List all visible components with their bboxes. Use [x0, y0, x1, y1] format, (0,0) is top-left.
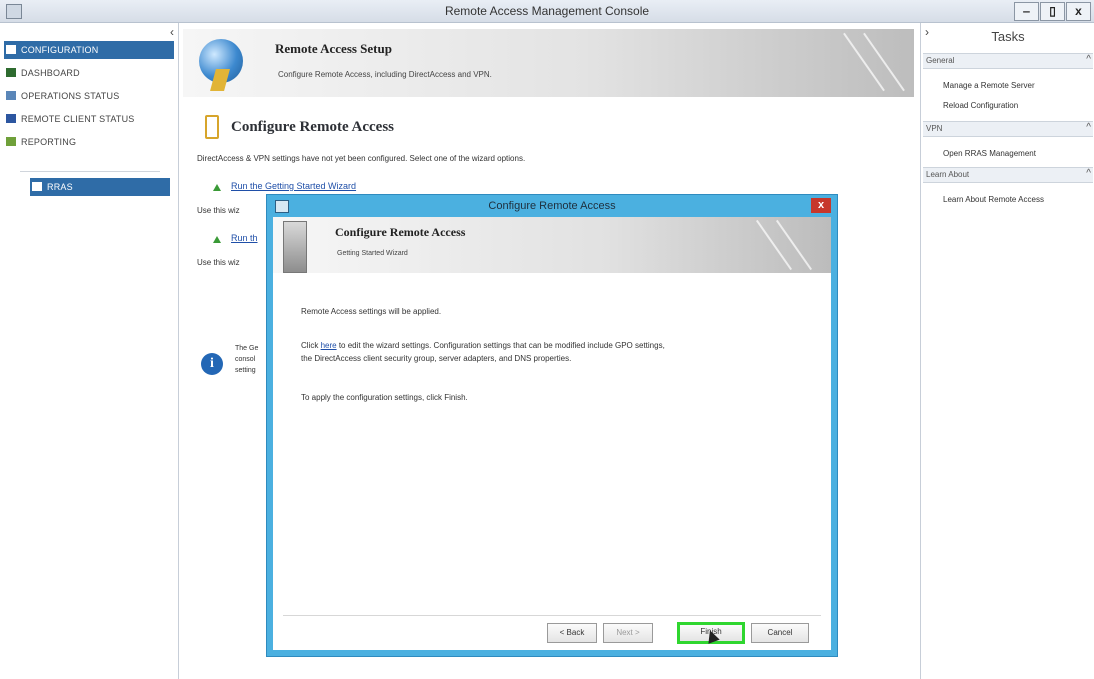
dialog-header: Configure Remote Access Getting Started …	[273, 217, 831, 273]
nav-item-rras-server[interactable]: RRAS	[30, 178, 170, 196]
arrow-bullet-icon	[213, 184, 221, 191]
maximize-button[interactable]: ▯	[1040, 2, 1065, 21]
operations-status-icon	[6, 91, 16, 100]
back-button[interactable]: < Back	[547, 623, 597, 643]
dialog-title-bar[interactable]: Configure Remote Access x	[267, 195, 837, 217]
header-decoration	[775, 219, 813, 271]
edit-settings-text: Click here to edit the wizard settings. …	[301, 341, 665, 350]
banner-decoration	[843, 32, 885, 92]
wizard-description: Use this wiz	[197, 206, 240, 215]
task-group-learn-about[interactable]: Learn About ^	[923, 167, 1093, 183]
arrow-bullet-icon	[213, 236, 221, 243]
collapse-icon[interactable]: ^	[1086, 168, 1091, 179]
collapse-icon[interactable]: ^	[1086, 54, 1091, 65]
task-open-rras-management[interactable]: Open RRAS Management	[943, 149, 1036, 158]
window-title: Remote Access Management Console	[444, 4, 650, 18]
getting-started-wizard-link[interactable]: Run the Getting Started Wizard	[231, 181, 356, 191]
nav-item-label: OPERATIONS STATUS	[21, 91, 120, 101]
server-label: RRAS	[47, 182, 73, 192]
info-text: The Ge	[235, 345, 259, 352]
tasks-pane: › Tasks General ^ Manage a Remote Server…	[920, 23, 1094, 679]
left-navigation: ‹ CONFIGURATION DASHBOARD OPERATIONS STA…	[0, 23, 179, 679]
task-group-vpn[interactable]: VPN ^	[923, 121, 1093, 137]
remote-client-status-icon	[6, 114, 16, 123]
page-description: DirectAccess & VPN settings have not yet…	[197, 154, 526, 163]
tasks-title: Tasks	[991, 29, 1025, 44]
nav-item-reporting[interactable]: REPORTING	[4, 133, 174, 151]
nav-item-remote-client-status[interactable]: REMOTE CLIENT STATUS	[4, 110, 174, 128]
info-text: consol	[235, 356, 256, 363]
dialog-title: Configure Remote Access	[488, 200, 616, 212]
page-title: Configure Remote Access	[231, 119, 395, 135]
configuration-icon	[6, 45, 16, 54]
footer-divider	[283, 615, 821, 616]
configure-icon	[205, 115, 219, 139]
dialog-body: Configure Remote Access Getting Started …	[273, 217, 831, 650]
nav-item-label: CONFIGURATION	[21, 45, 99, 55]
task-group-label: Learn About	[926, 170, 970, 179]
info-text: setting	[235, 367, 256, 374]
settings-applied-text: Remote Access settings will be applied.	[301, 307, 442, 316]
banner-title: Remote Access Setup	[275, 41, 392, 56]
nav-item-operations-status[interactable]: OPERATIONS STATUS	[4, 87, 174, 105]
nav-divider	[20, 171, 160, 172]
banner-subtitle: Configure Remote Access, including Direc…	[278, 70, 492, 79]
nav-item-label: REPORTING	[21, 137, 77, 147]
task-reload-configuration[interactable]: Reload Configuration	[943, 101, 1018, 110]
close-window-button[interactable]: x	[1066, 2, 1091, 21]
remote-access-setup-wizard-link[interactable]: Run th	[231, 233, 258, 243]
server-tower-icon	[283, 221, 307, 273]
edit-settings-text-line2: the DirectAccess client security group, …	[301, 354, 572, 363]
dialog-header-subtitle: Getting Started Wizard	[337, 250, 408, 257]
click-prefix: Click	[301, 341, 319, 350]
wizard-description: Use this wiz	[197, 258, 240, 267]
task-group-label: General	[926, 56, 955, 65]
click-rest: to edit the wizard settings. Configurati…	[338, 341, 665, 350]
configure-remote-access-dialog: Configure Remote Access x Configure Remo…	[266, 194, 838, 657]
reporting-icon	[6, 137, 16, 146]
collapse-icon[interactable]: ^	[1086, 122, 1091, 133]
cancel-button[interactable]: Cancel	[751, 623, 809, 643]
dialog-close-button[interactable]: x	[811, 198, 831, 213]
setup-banner: Remote Access Setup Configure Remote Acc…	[183, 29, 914, 97]
dialog-header-title: Configure Remote Access	[335, 225, 466, 239]
header-decoration	[755, 219, 793, 271]
task-manage-remote-server[interactable]: Manage a Remote Server	[943, 81, 1035, 90]
info-icon: i	[201, 353, 223, 375]
next-button[interactable]: Next >	[603, 623, 653, 643]
nav-item-configuration[interactable]: CONFIGURATION	[4, 41, 174, 59]
task-group-label: VPN	[926, 124, 943, 133]
task-group-general[interactable]: General ^	[923, 53, 1093, 69]
collapse-nav-icon[interactable]: ‹	[170, 25, 174, 39]
nav-item-label: DASHBOARD	[21, 68, 80, 78]
nav-item-label: REMOTE CLIENT STATUS	[21, 114, 135, 124]
nav-item-dashboard[interactable]: DASHBOARD	[4, 64, 174, 82]
apply-instructions: To apply the configuration settings, cli…	[301, 393, 468, 402]
dashboard-icon	[6, 68, 16, 77]
banner-decoration	[863, 32, 905, 92]
here-link[interactable]: here	[321, 341, 337, 350]
minimize-button[interactable]: ‒	[1014, 2, 1039, 21]
task-learn-about-remote-access[interactable]: Learn About Remote Access	[943, 195, 1044, 204]
server-icon	[32, 182, 42, 191]
window-title-bar: Remote Access Management Console ‒ ▯ x	[0, 0, 1094, 23]
